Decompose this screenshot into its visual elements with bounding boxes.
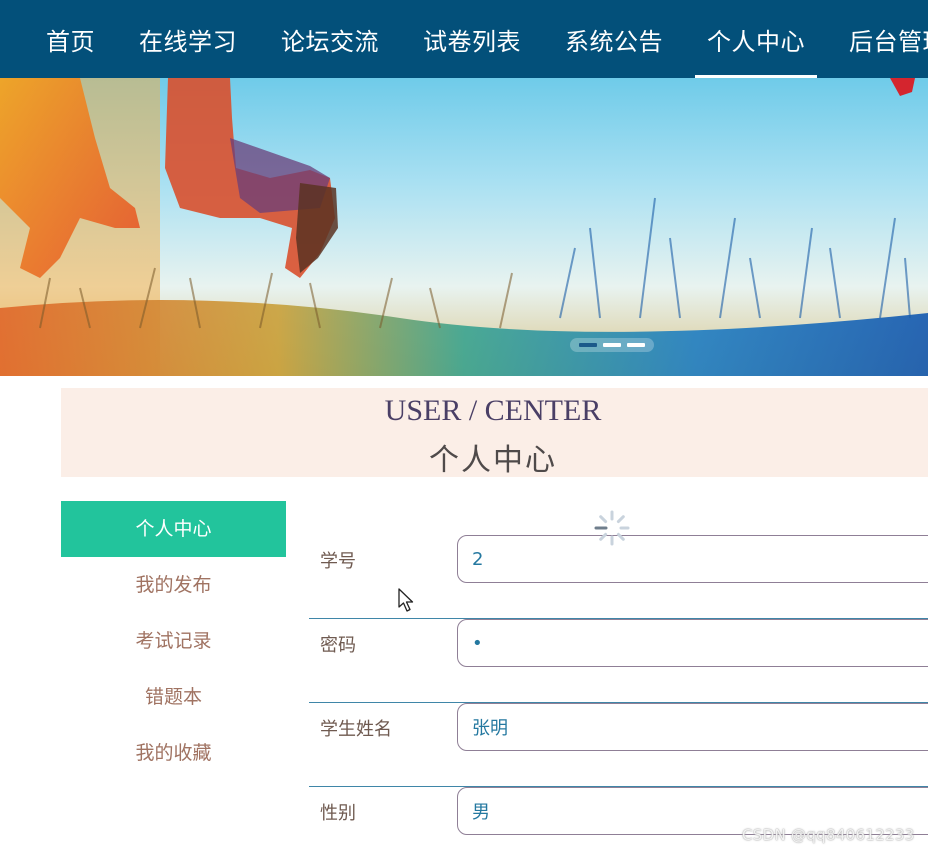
form-row-student-name: 学生姓名 bbox=[309, 703, 928, 787]
student-name-input[interactable] bbox=[457, 703, 928, 751]
gender-label: 性别 bbox=[320, 803, 356, 824]
banner-carousel[interactable] bbox=[0, 78, 928, 376]
banner-image bbox=[0, 78, 928, 376]
carousel-indicators bbox=[570, 338, 654, 352]
student-id-label: 学号 bbox=[320, 551, 356, 572]
page: 首页 在线学习 论坛交流 试卷列表 系统公告 个人中心 后台管理 bbox=[0, 0, 928, 854]
nav-item-user-center[interactable]: 个人中心 bbox=[685, 0, 827, 78]
student-name-label: 学生姓名 bbox=[320, 719, 392, 740]
profile-form: 学号 密码 学生姓名 性别 bbox=[309, 535, 928, 854]
loading-spinner-icon bbox=[594, 510, 630, 546]
top-nav: 首页 在线学习 论坛交流 试卷列表 系统公告 个人中心 后台管理 bbox=[0, 0, 928, 78]
section-title-band: USER / CENTER 个人中心 bbox=[61, 388, 928, 478]
side-menu: 个人中心 我的发布 考试记录 错题本 我的收藏 bbox=[61, 501, 286, 781]
side-item-favorites[interactable]: 我的收藏 bbox=[61, 725, 286, 781]
nav-item-admin[interactable]: 后台管理 bbox=[827, 0, 928, 78]
nav-item-exam-list[interactable]: 试卷列表 bbox=[401, 0, 543, 78]
carousel-dot[interactable] bbox=[603, 343, 621, 347]
student-id-input[interactable] bbox=[457, 535, 928, 583]
password-input[interactable] bbox=[457, 619, 928, 667]
carousel-dot[interactable] bbox=[579, 343, 597, 347]
form-row-password: 密码 bbox=[309, 619, 928, 703]
mouse-cursor-icon bbox=[398, 588, 414, 612]
nav-item-announcements[interactable]: 系统公告 bbox=[543, 0, 685, 78]
side-item-user-center[interactable]: 个人中心 bbox=[61, 501, 286, 557]
nav-item-online-learning[interactable]: 在线学习 bbox=[117, 0, 259, 78]
password-label: 密码 bbox=[320, 635, 356, 656]
page-title-cn: 个人中心 bbox=[429, 443, 557, 478]
watermark: CSDN @qq840612233 bbox=[742, 826, 915, 844]
nav-item-forum[interactable]: 论坛交流 bbox=[259, 0, 401, 78]
side-item-exam-records[interactable]: 考试记录 bbox=[61, 613, 286, 669]
side-item-wrong-answers[interactable]: 错题本 bbox=[61, 669, 286, 725]
carousel-dot[interactable] bbox=[627, 343, 645, 347]
side-item-my-posts[interactable]: 我的发布 bbox=[61, 557, 286, 613]
nav-item-home[interactable]: 首页 bbox=[24, 0, 117, 78]
page-title-en: USER / CENTER bbox=[384, 394, 602, 427]
